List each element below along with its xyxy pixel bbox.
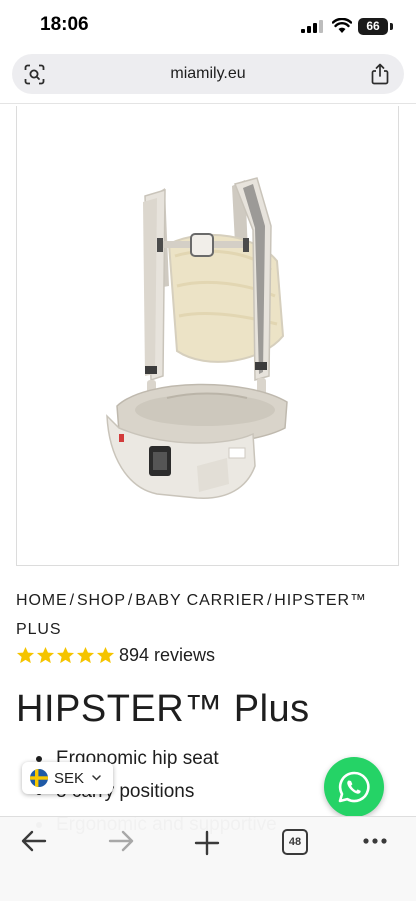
tabs-count-button[interactable]: 48 bbox=[282, 829, 308, 855]
url-text[interactable]: miamily.eu bbox=[72, 65, 344, 83]
breadcrumb-separator: / bbox=[69, 592, 75, 609]
wifi-icon bbox=[332, 18, 352, 33]
forward-arrow-icon[interactable] bbox=[107, 829, 135, 853]
breadcrumb-home[interactable]: HOME bbox=[16, 592, 68, 609]
new-tab-plus-icon[interactable] bbox=[193, 829, 221, 857]
breadcrumb: HOME / SHOP / BABY CARRIER / HIPSTER™ PLUS bbox=[16, 586, 400, 644]
back-arrow-icon[interactable] bbox=[20, 829, 48, 853]
share-icon[interactable] bbox=[370, 63, 390, 85]
address-bar[interactable]: miamily.eu bbox=[12, 54, 404, 94]
more-options-icon[interactable] bbox=[362, 837, 388, 845]
breadcrumb-separator: / bbox=[127, 592, 134, 609]
battery-icon: 66 bbox=[358, 18, 388, 35]
baby-carrier-product-image[interactable] bbox=[57, 166, 357, 506]
whatsapp-icon bbox=[338, 771, 370, 803]
breadcrumb-separator: / bbox=[266, 592, 273, 609]
browser-toolbar: 48 bbox=[0, 816, 416, 901]
battery-tip bbox=[390, 23, 393, 30]
star-icon bbox=[36, 646, 55, 663]
product-rating[interactable]: 894 reviews bbox=[16, 643, 215, 667]
currency-code: SEK bbox=[54, 769, 85, 787]
currency-switcher[interactable]: SEK bbox=[22, 762, 113, 794]
breadcrumb-baby-carrier[interactable]: BABY CARRIER bbox=[135, 592, 265, 609]
signal-icon bbox=[301, 20, 323, 33]
whatsapp-chat-button[interactable] bbox=[324, 757, 384, 817]
product-image-frame[interactable] bbox=[16, 106, 399, 566]
breadcrumb-shop[interactable]: SHOP bbox=[77, 592, 126, 609]
star-rating bbox=[16, 646, 116, 665]
star-icon bbox=[96, 646, 115, 663]
status-time: 18:06 bbox=[40, 14, 89, 35]
chevron-down-icon bbox=[92, 775, 101, 781]
star-icon bbox=[76, 646, 95, 663]
sweden-flag-icon bbox=[30, 769, 48, 787]
star-icon bbox=[56, 646, 75, 663]
lens-search-icon[interactable] bbox=[24, 64, 45, 85]
product-title: HIPSTER™ Plus bbox=[16, 688, 310, 730]
status-bar: 18:06 66 bbox=[0, 0, 416, 52]
star-icon bbox=[16, 646, 35, 663]
divider bbox=[0, 103, 416, 104]
reviews-count[interactable]: 894 reviews bbox=[119, 645, 215, 666]
